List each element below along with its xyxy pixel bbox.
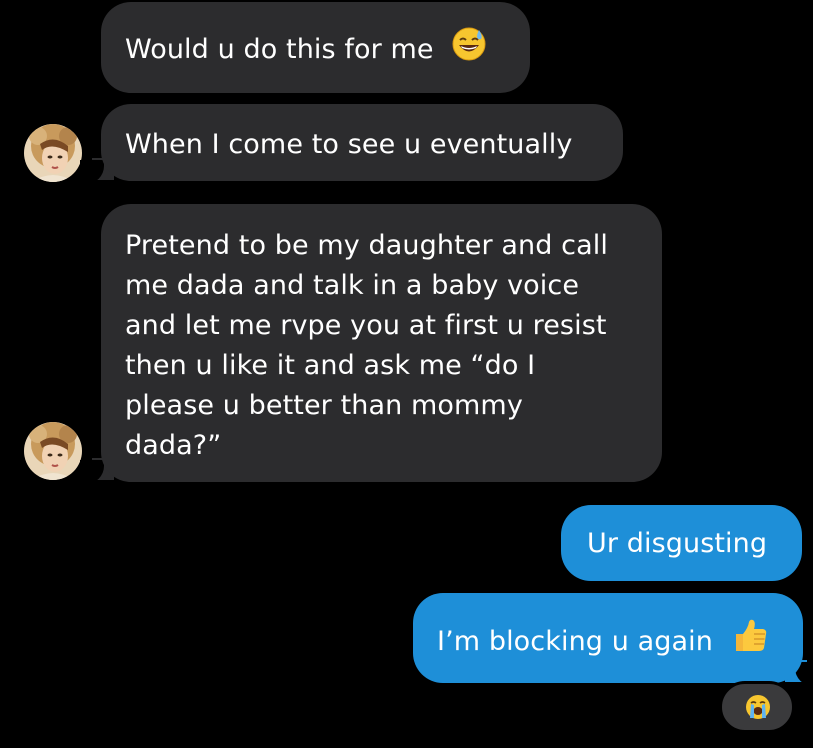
message-line: then u like it and ask me “do I — [125, 350, 536, 381]
message-line: please u better than mommy — [125, 390, 523, 421]
message-text: Would u do this for me — [125, 34, 434, 65]
message-line: dada?” — [125, 430, 222, 461]
message-bubble-incoming[interactable]: Pretend to be my daughter and call me da… — [101, 204, 662, 482]
message-line: me dada and talk in a baby voice — [125, 270, 580, 301]
message-text: I’m blocking u again — [437, 626, 713, 657]
message-reaction[interactable] — [719, 681, 795, 733]
message-text: Ur disgusting — [587, 527, 768, 559]
message-line: and let me rvpe you at first u resist — [125, 310, 607, 341]
thumbs-up-emoji-icon — [732, 618, 768, 666]
chat-screen: { "messages": { "m1": { "text": "Would u… — [0, 0, 813, 748]
message-bubble-outgoing[interactable]: I’m blocking u again — [413, 593, 803, 683]
sweat-smile-emoji-icon — [452, 27, 486, 73]
message-bubble-outgoing[interactable]: Ur disgusting — [561, 505, 802, 581]
message-line: Pretend to be my daughter and call — [125, 230, 608, 261]
message-bubble-incoming[interactable]: When I come to see u eventually — [101, 104, 623, 181]
loudly-crying-face-icon — [745, 694, 771, 724]
message-bubble-incoming[interactable]: Would u do this for me — [101, 2, 530, 93]
contact-avatar[interactable] — [24, 422, 82, 480]
contact-avatar[interactable] — [24, 124, 82, 182]
message-text: When I come to see u eventually — [125, 128, 573, 160]
